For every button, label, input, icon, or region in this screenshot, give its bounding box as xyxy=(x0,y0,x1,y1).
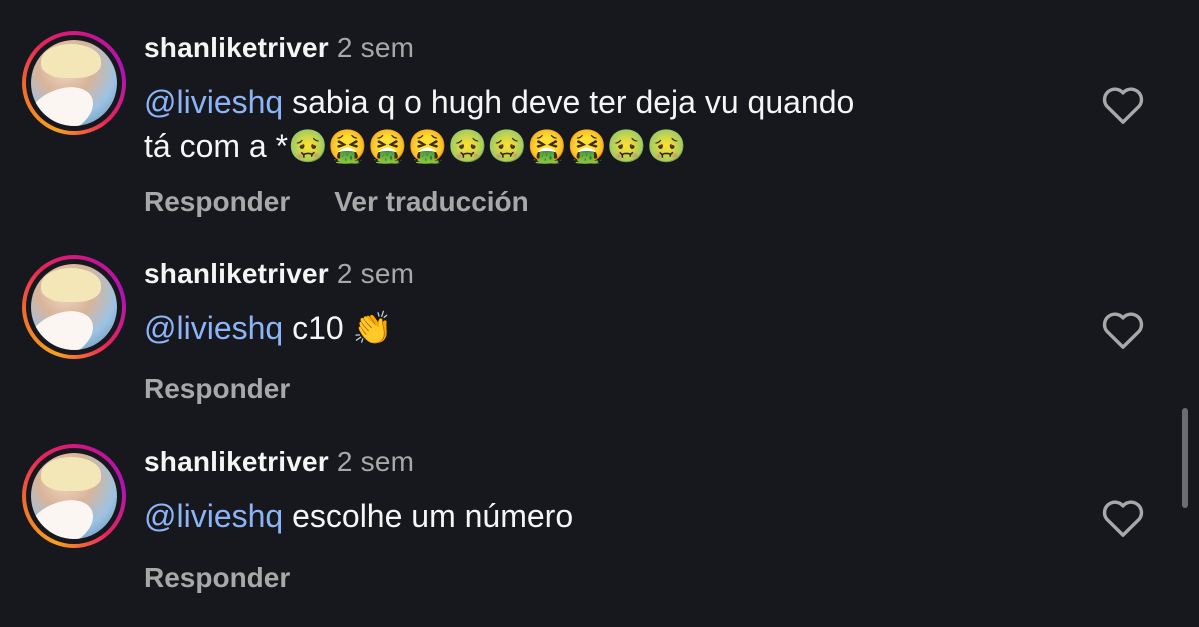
comment-text: @livieshq c10 👏 xyxy=(144,306,1044,350)
timestamp: 2 sem xyxy=(336,446,415,477)
comment-header: shanliketriver 2 sem xyxy=(144,32,414,64)
comment-text-line2: tá com a * xyxy=(144,128,289,164)
scrollbar[interactable] xyxy=(1182,408,1188,508)
avatar-arm-shape xyxy=(31,490,102,539)
avatar-arm-shape xyxy=(31,301,102,350)
comment-actions: Responder xyxy=(144,373,290,405)
avatar-photo xyxy=(31,40,117,126)
mention-link[interactable]: @livieshq xyxy=(144,498,283,534)
avatar-arm-shape xyxy=(31,77,102,126)
avatar[interactable] xyxy=(22,255,126,359)
heart-outline-icon[interactable] xyxy=(1100,308,1146,350)
comment-header: shanliketriver 2 sem xyxy=(144,446,414,478)
avatar-hair-shape xyxy=(41,457,101,491)
username-link[interactable]: shanliketriver xyxy=(144,258,329,289)
avatar-hair-shape xyxy=(41,268,101,302)
reply-button[interactable]: Responder xyxy=(144,373,290,404)
reply-button[interactable]: Responder xyxy=(144,562,290,593)
heart-outline-icon[interactable] xyxy=(1100,496,1146,538)
timestamp: 2 sem xyxy=(336,32,415,63)
username-link[interactable]: shanliketriver xyxy=(144,32,329,63)
comment-text-line1: sabia q o hugh deve ter deja vu quando xyxy=(283,84,855,120)
comment-text-line1: escolhe um número xyxy=(283,498,574,534)
heart-outline-icon[interactable] xyxy=(1100,83,1146,125)
username-link[interactable]: shanliketriver xyxy=(144,446,329,477)
mention-link[interactable]: @livieshq xyxy=(144,84,283,120)
comment-text: @livieshq sabia q o hugh deve ter deja v… xyxy=(144,80,1044,168)
translate-button[interactable]: Ver traducción xyxy=(334,186,529,217)
avatar-photo xyxy=(31,264,117,350)
comment-actions: Responder Ver traducción xyxy=(144,186,529,218)
avatar-hair-shape xyxy=(41,44,101,78)
emoji-sequence: 👏 xyxy=(352,310,393,346)
avatar[interactable] xyxy=(22,444,126,548)
comment-text-line1: c10 xyxy=(283,310,353,346)
reply-button[interactable]: Responder xyxy=(144,186,290,217)
timestamp: 2 sem xyxy=(336,258,415,289)
mention-link[interactable]: @livieshq xyxy=(144,310,283,346)
comment-actions: Responder xyxy=(144,562,290,594)
avatar[interactable] xyxy=(22,31,126,135)
comment-header: shanliketriver 2 sem xyxy=(144,258,414,290)
emoji-sequence: 🤢🤮🤮🤮🤢🤢🤮🤮🤢🤢 xyxy=(288,128,687,164)
comment-text: @livieshq escolhe um número xyxy=(144,494,1044,538)
avatar-photo xyxy=(31,453,117,539)
